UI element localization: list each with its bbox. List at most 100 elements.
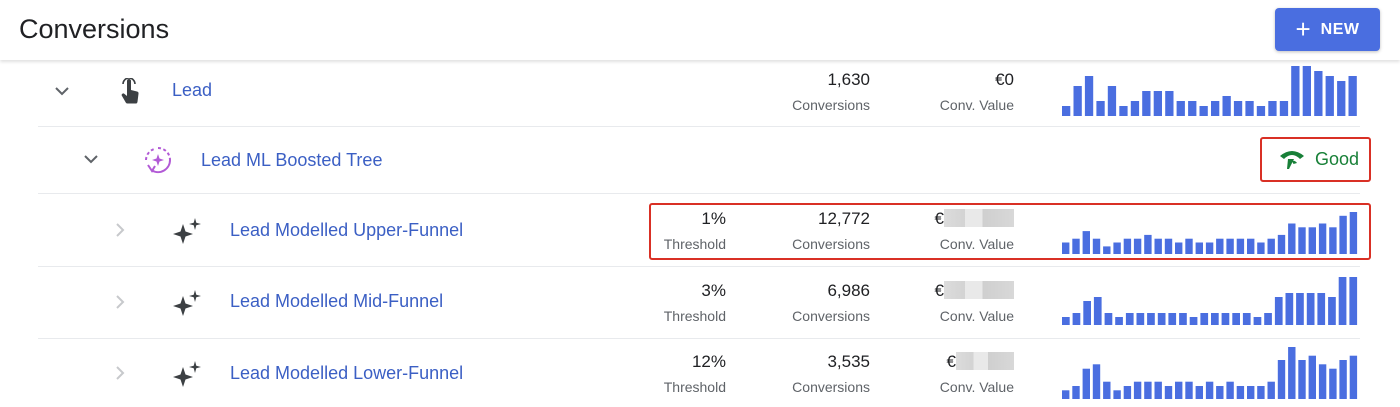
- sparkline-bar: [1245, 101, 1254, 116]
- sparkline-bar: [1199, 106, 1208, 116]
- sparkline-bar: [1233, 101, 1243, 116]
- sparkline-bar: [1349, 212, 1358, 254]
- conversion-name[interactable]: Lead Modelled Upper-Funnel: [230, 220, 463, 241]
- redacted-value: [944, 209, 1014, 227]
- sparkline-bar: [1264, 313, 1272, 325]
- sparkline-bar: [1062, 390, 1070, 399]
- table-row-lead[interactable]: Lead 1,630 Conversions €0 Conv. Value: [0, 60, 1370, 126]
- sparkline-bar: [1288, 347, 1296, 399]
- sparkline-bar: [1226, 381, 1234, 399]
- sparkline-bar: [1096, 101, 1105, 116]
- sparkline-bar: [1168, 313, 1177, 325]
- sparkline-bar: [1211, 101, 1220, 116]
- sparkline-bar: [1073, 86, 1082, 116]
- chevron-down-icon[interactable]: [52, 81, 72, 101]
- sparkline-bar: [1115, 317, 1123, 325]
- threshold-metric: 1% Threshold: [664, 209, 726, 253]
- chevron-down-icon[interactable]: [81, 149, 101, 169]
- sparkline-bar: [1185, 381, 1193, 399]
- scrollbar[interactable]: [1372, 60, 1400, 407]
- sparkline-bar: [1296, 293, 1304, 325]
- sparkline-bar: [1232, 313, 1240, 325]
- sparkline-bar: [1103, 246, 1111, 254]
- new-button-label: NEW: [1320, 20, 1360, 38]
- sparkline-bar: [1176, 101, 1185, 116]
- sparkline-bar: [1154, 381, 1162, 399]
- sparkline-bar: [1179, 313, 1187, 325]
- sparkline-bar: [1113, 242, 1121, 254]
- sparkline-bar: [1188, 101, 1197, 116]
- table-row-lower-funnel[interactable]: Lead Modelled Lower-Funnel 12% Threshold…: [0, 339, 1370, 407]
- conversions-value: 1,630: [827, 70, 870, 89]
- sparkline-bar: [1130, 101, 1140, 116]
- sparkline-bar: [1216, 238, 1224, 254]
- conversion-name[interactable]: Lead: [172, 80, 212, 101]
- sparkline-bar: [1072, 386, 1080, 399]
- sparkline-bar: [1092, 238, 1101, 254]
- sparkline-bar: [1247, 238, 1255, 254]
- sparkline-bar: [1267, 381, 1275, 399]
- table-row-mid-funnel[interactable]: Lead Modelled Mid-Funnel 3% Threshold 6,…: [0, 267, 1370, 338]
- conversion-name[interactable]: Lead Modelled Mid-Funnel: [230, 291, 443, 312]
- sparkline-bar: [1136, 313, 1145, 325]
- sparkline-chart: [1062, 66, 1357, 116]
- sparkline-bar: [1285, 293, 1294, 325]
- threshold-metric: 12% Threshold: [664, 352, 726, 396]
- conversions-label: Conversions: [792, 308, 870, 324]
- conversions-metric: 6,986 Conversions: [792, 281, 870, 325]
- sparkline-bar: [1104, 313, 1113, 325]
- signal-icon: [1280, 151, 1304, 169]
- conv-value-label: Conv. Value: [939, 379, 1014, 395]
- chevron-right-icon[interactable]: [110, 220, 130, 240]
- sparkline-bar: [1226, 238, 1234, 254]
- sparkline-bar: [1306, 293, 1315, 325]
- sparkline-bar: [1308, 355, 1316, 399]
- conversions-table: Lead 1,630 Conversions €0 Conv. Value Le…: [0, 60, 1400, 407]
- sparkline-bar: [1257, 386, 1265, 399]
- sparkline-bar: [1175, 381, 1183, 399]
- sparkline-bar: [1314, 71, 1323, 116]
- table-row-ml-boosted-tree[interactable]: Lead ML Boosted Tree Good: [0, 127, 1371, 193]
- conversions-value: 3,535: [827, 352, 870, 371]
- conv-value-metric: € Conv. Value: [935, 209, 1014, 253]
- sparkline-bar: [1302, 66, 1311, 116]
- conv-value-label: Conv. Value: [939, 308, 1014, 324]
- conv-value-metric: € Conv. Value: [935, 281, 1014, 325]
- sparkle-icon: [173, 361, 201, 387]
- chevron-right-icon[interactable]: [110, 363, 130, 383]
- sparkline-bar: [1277, 360, 1286, 399]
- conversions-label: Conversions: [792, 236, 870, 252]
- sparkline-bar: [1062, 242, 1070, 254]
- sparkline-bar: [1093, 297, 1102, 325]
- sparkline-bar: [1349, 355, 1358, 399]
- conversions-label: Conversions: [792, 97, 870, 113]
- sparkline-bar: [1072, 313, 1081, 325]
- chevron-right-icon[interactable]: [110, 292, 130, 312]
- sparkline-bar: [1165, 91, 1174, 116]
- conversions-metric: 1,630 Conversions: [792, 70, 870, 114]
- sparkline-bar: [1308, 227, 1316, 254]
- sparkline-bar: [1154, 238, 1162, 254]
- sparkline-bar: [1092, 364, 1101, 399]
- sparkline-bar: [1082, 368, 1090, 399]
- threshold-value: 12%: [691, 352, 726, 371]
- sparkline-bar: [1328, 297, 1336, 325]
- new-button[interactable]: + NEW: [1275, 8, 1380, 51]
- sparkline-bar: [1107, 86, 1117, 116]
- sparkline-bar: [1236, 386, 1245, 399]
- conversion-name[interactable]: Lead ML Boosted Tree: [201, 150, 382, 171]
- table-row-upper-funnel[interactable]: Lead Modelled Upper-Funnel 1% Threshold …: [0, 194, 1371, 266]
- sparkle-icon: [173, 290, 201, 316]
- sparkline-bar: [1291, 66, 1300, 116]
- page-title: Conversions: [19, 14, 170, 44]
- sparkline-bar: [1339, 360, 1347, 399]
- threshold-label: Threshold: [663, 308, 726, 324]
- sparkline-bar: [1349, 277, 1358, 325]
- sparkline-bar: [1339, 215, 1347, 254]
- sparkline-bar: [1103, 381, 1111, 399]
- sparkline-bar: [1195, 242, 1203, 254]
- conversion-name[interactable]: Lead Modelled Lower-Funnel: [230, 363, 463, 384]
- sparkline-bar: [1318, 223, 1327, 254]
- threshold-label: Threshold: [663, 379, 726, 395]
- conv-value-label: Conv. Value: [939, 236, 1014, 252]
